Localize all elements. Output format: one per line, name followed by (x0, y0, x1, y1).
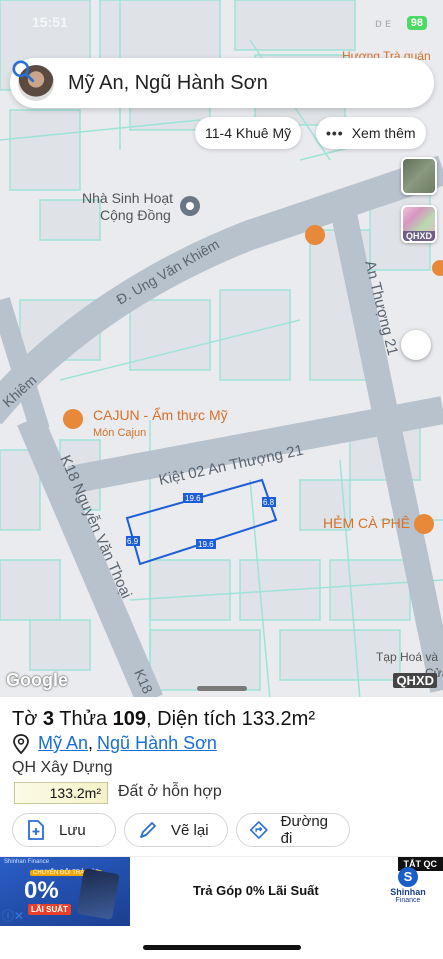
ad-percent: 0% (24, 877, 59, 904)
location-pin-icon (13, 733, 29, 754)
pencil-icon (140, 822, 156, 838)
status-time: 15:51 (32, 14, 68, 30)
more-chip-label: Xem thêm (351, 125, 416, 141)
ad-headline: Trả Góp 0% Lãi Suất (193, 883, 319, 898)
shinhan-logo: S Shinhan Finance (390, 867, 426, 904)
qhxd-layer-label: QHXD (403, 231, 435, 241)
ad-lai-suat: LÃI SUẤT (28, 904, 71, 915)
poi-label-nha-sinh-hoat: Nhà Sinh Hoạt (82, 190, 173, 206)
save-label: Lưu (59, 821, 86, 839)
search-bar[interactable]: Mỹ An, Ngũ Hành Sơn (10, 58, 434, 108)
district-link[interactable]: Ngũ Hành Sơn (97, 733, 217, 754)
ad-card-image (76, 868, 120, 920)
directions-label: Đường đi (280, 813, 329, 847)
ward-link[interactable]: Mỹ An (38, 733, 88, 754)
poi-label-cajun: CAJUN - Ẩm thực Mỹ (93, 406, 228, 423)
dim-left: 6.9 (127, 537, 139, 546)
save-icon (28, 820, 44, 840)
landuse-text: Đất ở hỗn hợp (118, 783, 222, 800)
dim-bottom: 19.6 (198, 540, 214, 549)
more-dots-icon: ••• (326, 125, 344, 141)
satellite-layer-button[interactable] (401, 157, 437, 195)
ad-close-icon[interactable]: ⓘ✕ (2, 907, 24, 924)
address-chip[interactable]: 11-4 Khuê Mỹ (195, 117, 302, 149)
map-view[interactable]: 19.6 19.6 6.9 6.8 Đ. Ung Văn Khiêm An Th… (0, 0, 443, 700)
cajun-pin-icon (63, 409, 83, 429)
directions-icon (249, 821, 268, 839)
dim-top: 19.6 (185, 494, 201, 503)
qhxd-layer-button[interactable]: QHXD (401, 205, 437, 243)
shinhan-logo-name: Shinhan (390, 887, 426, 897)
poi-label-cong-dong: Cộng Đồng (100, 207, 171, 223)
status-signal: ᴅ ᴇ (375, 16, 391, 30)
location-row: Mỹ An, Ngũ Hành Sơn (12, 733, 217, 754)
redraw-button[interactable]: Vẽ lại (124, 813, 228, 847)
parcel-title: Tờ 3 Thửa 109, Diện tích 133.2m² (12, 708, 315, 730)
shinhan-logo-mark: S (398, 867, 418, 887)
poi-label-tap-hoa: Tạp Hoá và (376, 650, 438, 664)
google-logo: Google (6, 670, 68, 690)
qh-label: QH Xây Dựng (12, 759, 113, 776)
poi-label-hem-ca-phe: HẺM CÀ PHÊ (323, 515, 410, 531)
dim-right: 6.8 (263, 498, 275, 507)
sheet-drag-handle[interactable] (197, 686, 247, 691)
search-icon[interactable] (10, 58, 36, 84)
area-badge: 133.2m² (14, 782, 108, 804)
more-chip[interactable]: ••• Xem thêm (316, 117, 426, 149)
search-input[interactable]: Mỹ An, Ngũ Hành Sơn (68, 72, 420, 95)
battery-badge: 98 (406, 16, 427, 30)
shinhan-logo-sub: Finance (395, 897, 421, 904)
ad-brand: Shinhan Finance (4, 859, 50, 865)
ad-banner[interactable]: Shinhan Finance CHUYỂN ĐỔI TRẢ GÓP 0% LÃ… (0, 856, 443, 926)
qhxd-watermark: QHXD (393, 673, 437, 688)
poi-label-mon-cajun: Món Cajun (93, 427, 146, 439)
cafe-pin-icon (414, 514, 434, 534)
save-button[interactable]: Lưu (12, 813, 116, 847)
address-chip-label: 11-4 Khuê Mỹ (205, 125, 292, 141)
street-label-ung-van-khiem: Đ. Ung Văn Khiêm (114, 236, 222, 308)
map-toggle-knob[interactable] (401, 330, 431, 360)
home-indicator[interactable] (143, 945, 301, 950)
redraw-label: Vẽ lại (171, 821, 209, 839)
restaurant-pin-icon (305, 225, 325, 245)
edge-pin-icon (432, 260, 443, 276)
location-separator: , (88, 733, 94, 753)
directions-button[interactable]: Đường đi (236, 813, 350, 847)
